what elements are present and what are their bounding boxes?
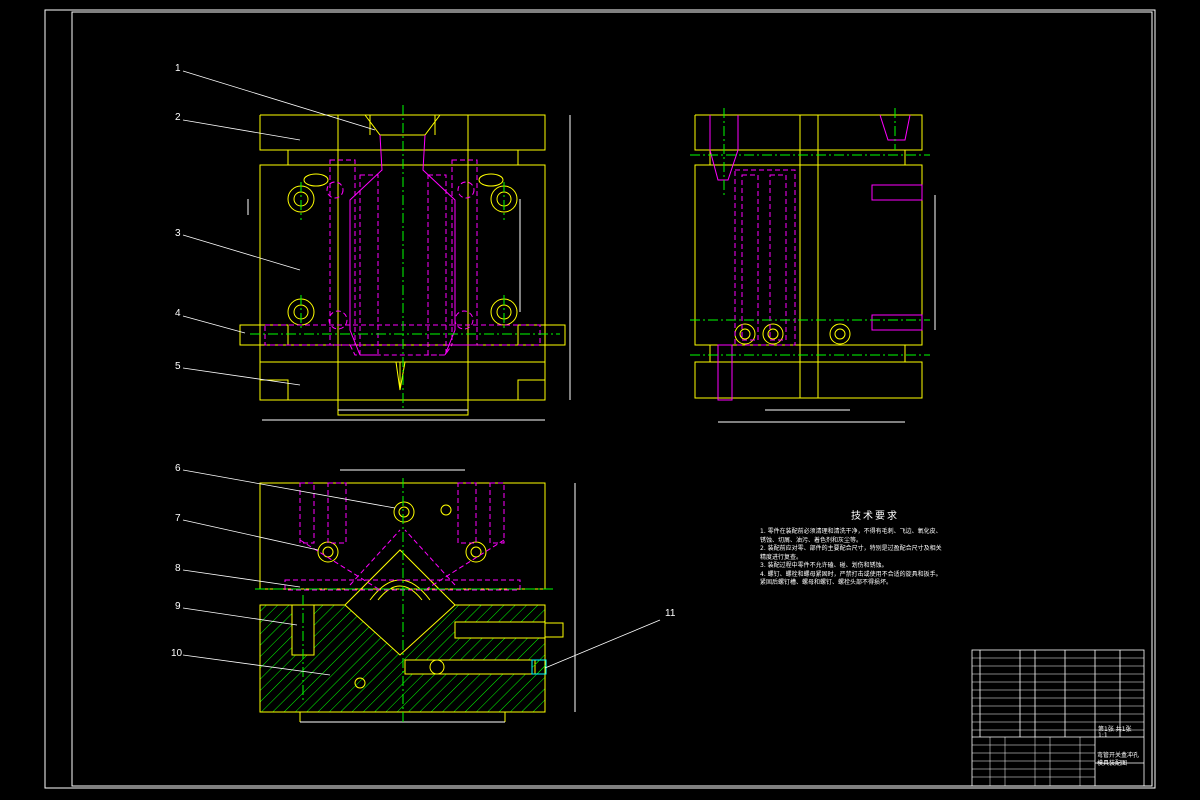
drawing-name: 弯管开关盒冲孔模具装配图: [1097, 752, 1140, 767]
sheet-number: 第1张 共1张: [1098, 726, 1132, 733]
callout-4: 4: [175, 308, 181, 319]
leader-lines: [182, 70, 661, 676]
tech-line: 3. 装配过程中零件不允许磕、碰、划伤和锈蚀。: [760, 562, 888, 569]
tech-line: 2. 装配前应对零、部件的主要配合尺寸，特别是过盈配合尺寸及相关: [760, 545, 942, 552]
callout-9: 9: [175, 601, 181, 612]
callout-6: 6: [175, 463, 181, 474]
callout-2: 2: [175, 112, 181, 123]
tech-line: 1. 零件在装配前必须清理和清洗干净，不得有毛刺、飞边、氧化皮、: [760, 528, 942, 535]
callout-3: 3: [175, 228, 181, 239]
outer-border: [44, 9, 1156, 789]
callout-7: 7: [175, 513, 181, 524]
callout-5: 5: [175, 361, 181, 372]
tech-line: 锈蚀、切屑、油污、着色剂和灰尘等。: [760, 536, 863, 544]
tech-requirements-title: 技术要求: [851, 511, 899, 522]
callout-1: 1: [175, 63, 181, 74]
inner-border: [71, 11, 1153, 787]
callout-10: 10: [171, 648, 183, 659]
section-view: [255, 469, 576, 725]
technical-requirements: 技术要求 1. 零件在装配前必须清理和清洗干净，不得有毛刺、飞边、氧化皮、 锈蚀…: [760, 507, 990, 588]
drawing-scale: 1:1: [1098, 732, 1108, 739]
tech-line: 紧固后螺钉槽、螺母和螺钉、螺栓头部不得损坏。: [760, 579, 893, 586]
front-view: [239, 105, 571, 421]
callout-11: 11: [665, 608, 676, 619]
callout-8: 8: [175, 563, 181, 574]
side-view: [690, 108, 936, 423]
tech-line: 4. 螺钉、螺栓和螺母紧固时，严禁打击或使用不合适的旋具和扳手。: [760, 570, 942, 578]
tech-line: 精度进行复查。: [760, 553, 803, 561]
